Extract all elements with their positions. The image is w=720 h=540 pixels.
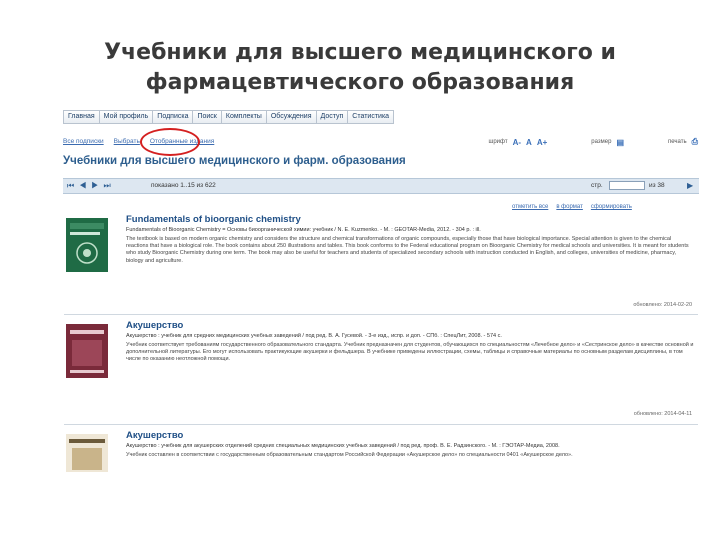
book-title-link[interactable]: Акушерство (126, 320, 183, 331)
book-bibliography: Акушерство : учебник для акушерских отде… (126, 443, 560, 449)
nav-search[interactable]: Поиск (193, 111, 222, 123)
subnav-select[interactable]: Выбрать (114, 138, 140, 145)
nav-home[interactable]: Главная (64, 111, 100, 123)
book-bibliography: Fundamentals of Bioorganic Chemistry = О… (126, 227, 481, 233)
pager-bar: ⏮◀▶⏭ показано 1..15 из 622 стр. из 38 ▶ (63, 178, 699, 194)
print-icon[interactable]: ⎙ (692, 137, 698, 147)
slide-title-line1: Учебники для высшего медицинского и (104, 40, 616, 65)
slide-title: Учебники для высшего медицинского и фарм… (0, 38, 720, 98)
layout-icon[interactable]: ▤ (616, 138, 624, 147)
book-description: Учебник соответствует требованиям госуда… (126, 342, 694, 363)
subnav-all-subscriptions[interactable]: Все подписки (63, 138, 104, 145)
book-title-link[interactable]: Акушерство (126, 430, 183, 441)
list-tools: отметить все в формат сформировать (512, 204, 698, 210)
font-decrease-icon[interactable]: A- (513, 138, 521, 147)
list-item: Fundamentals of bioorganic chemistry Fun… (64, 214, 698, 315)
go-arrow-icon[interactable]: ▶ (687, 179, 693, 193)
page-number-input[interactable] (609, 181, 645, 190)
top-navigation: Главная Мой профиль Подписка Поиск Компл… (63, 110, 395, 124)
book-updated-date: обновлено: 2014-04-11 (633, 411, 692, 417)
book-title-link[interactable]: Fundamentals of bioorganic chemistry (126, 214, 301, 225)
font-increase-icon[interactable]: A+ (537, 138, 547, 147)
slide-title-line2: фармацевтического образования (145, 70, 575, 95)
print-label[interactable]: печать (668, 139, 687, 145)
nav-access[interactable]: Доступ (317, 111, 349, 123)
list-item: Акушерство Акушерство : учебник для акуш… (64, 430, 698, 472)
view-toolbar: шрифт A- A A+ размер ▤ печать ⎙ (489, 137, 698, 147)
list-item: Акушерство Акушерство : учебник для сред… (64, 320, 698, 425)
nav-sets[interactable]: Комплекты (222, 111, 267, 123)
page-title: Учебники для высшего медицинского и фарм… (63, 155, 406, 167)
book-description: Учебник составлен в соответствии с госуд… (126, 452, 573, 458)
pager-page-label: стр. (591, 182, 603, 189)
nav-my-profile[interactable]: Мой профиль (100, 111, 154, 123)
screenshot-panel: Главная Мой профиль Подписка Поиск Компл… (60, 104, 702, 472)
font-size-label: шрифт (488, 139, 508, 145)
book-bibliography: Акушерство : учебник для средних медицин… (126, 333, 502, 339)
nav-discussions[interactable]: Обсуждения (267, 111, 317, 123)
pager-nav-icons[interactable]: ⏮◀▶⏭ (67, 179, 116, 193)
book-cover-image[interactable] (66, 434, 108, 472)
select-all-link[interactable]: отметить все (512, 204, 548, 210)
nav-subscription[interactable]: Подписка (153, 111, 194, 123)
nav-statistics[interactable]: Статистика (348, 111, 393, 123)
highlight-circle (140, 128, 200, 156)
build-list-link[interactable]: сформировать (591, 204, 632, 210)
book-cover-image[interactable] (66, 218, 108, 272)
pager-shown-count: показано 1..15 из 622 (151, 182, 216, 189)
pager-total-pages: из 38 (649, 182, 665, 189)
book-cover-image[interactable] (66, 324, 108, 378)
font-normal-icon[interactable]: A (526, 138, 532, 147)
view-label[interactable]: размер (591, 139, 611, 145)
book-updated-date: обновлено: 2014-02-20 (633, 302, 692, 308)
book-description: The textbook is based on modern organic … (126, 236, 689, 264)
export-format-link[interactable]: в формат (556, 204, 583, 210)
